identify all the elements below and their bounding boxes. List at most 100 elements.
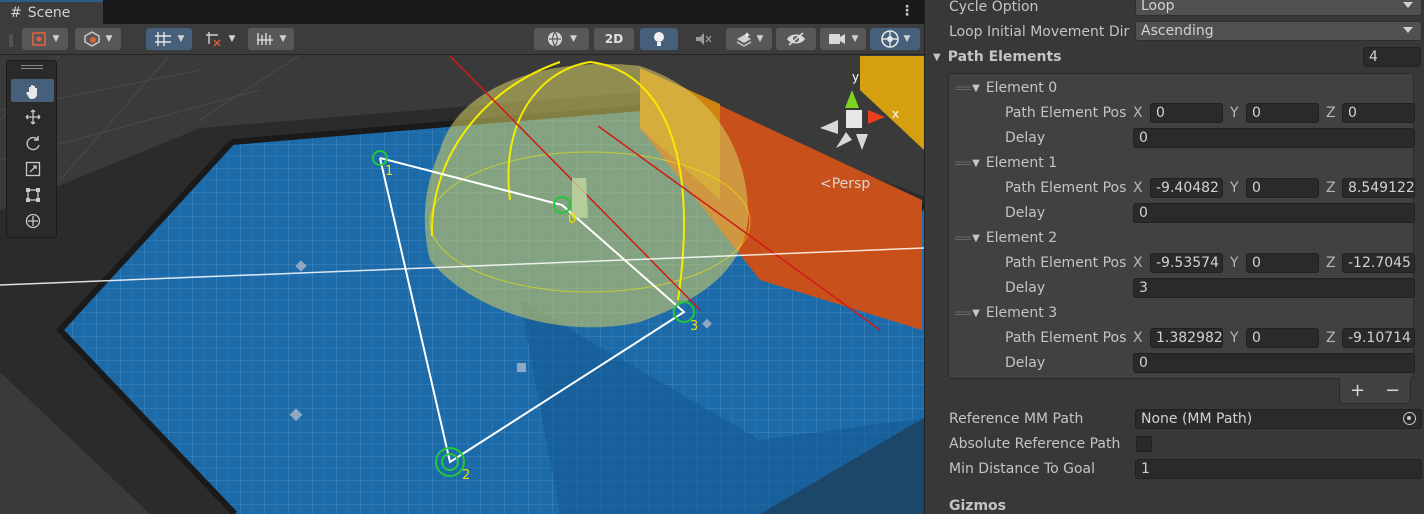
gizmos-header: Gizmos xyxy=(949,496,1006,514)
element-2-z-field[interactable]: -12.7045 xyxy=(1342,253,1415,273)
tool-strip xyxy=(6,60,57,238)
ruler-button[interactable]: ▼ xyxy=(248,28,294,50)
cycle-option-dropdown[interactable]: Loop xyxy=(1135,0,1422,16)
min-distance-field[interactable]: 1 xyxy=(1135,459,1422,479)
element-3-header[interactable]: == ▼ Element 3 xyxy=(954,303,1057,323)
loop-direction-label: Loop Initial Movement Dir xyxy=(949,24,1130,40)
waypoint-label-3: 3 xyxy=(690,319,698,334)
rect-tool-button[interactable] xyxy=(11,183,54,206)
shading-mode-button[interactable]: ▼ xyxy=(75,28,121,50)
2d-toggle-button[interactable]: 2D xyxy=(594,28,634,50)
hidden-objects-button[interactable] xyxy=(776,28,816,50)
element-3-z-field[interactable]: -9.10714 xyxy=(1342,328,1415,348)
chevron-down-icon: ▼ xyxy=(52,34,60,44)
grid-tab-icon: # xyxy=(10,5,22,21)
drag-handle-icon[interactable]: == xyxy=(954,306,972,320)
more-options-icon[interactable]: ⋮ xyxy=(900,3,914,19)
scene-viewport[interactable]: 0 1 2 3 y x <Persp xyxy=(0,55,924,514)
loop-direction-dropdown[interactable]: Ascending xyxy=(1135,21,1422,41)
list-add-remove: + − xyxy=(1339,378,1411,404)
axis-y-label: Y xyxy=(1230,330,1239,346)
element-0-y-field[interactable]: 0 xyxy=(1246,103,1319,123)
tab-scene[interactable]: # Scene xyxy=(0,0,103,24)
axis-z-label: Z xyxy=(1326,255,1336,271)
hand-tool-button[interactable] xyxy=(11,79,54,102)
lighting-toggle-button[interactable] xyxy=(640,28,678,50)
element-0-z-field[interactable]: 0 xyxy=(1342,103,1415,123)
element-3-y-field[interactable]: 0 xyxy=(1246,328,1319,348)
draw-mode-button[interactable]: ▼ xyxy=(22,28,68,50)
element-1-delay-field[interactable]: 0 xyxy=(1133,203,1415,223)
camera-button[interactable]: ▼ xyxy=(820,28,866,50)
drag-handle-icon[interactable]: == xyxy=(954,231,972,245)
effects-button[interactable]: ▼ xyxy=(726,28,772,50)
move-tool-button[interactable] xyxy=(11,105,54,128)
element-0-delay-field[interactable]: 0 xyxy=(1133,128,1415,148)
globe-button[interactable]: ▼ xyxy=(534,28,589,50)
shading-icon xyxy=(83,31,100,47)
transform-tool-button[interactable] xyxy=(11,209,54,232)
chevron-down-icon: ▼ xyxy=(903,34,911,44)
rotate-tool-button[interactable] xyxy=(11,131,54,154)
element-2-header[interactable]: == ▼ Element 2 xyxy=(954,228,1057,248)
reference-path-row: Reference MM Path xyxy=(949,409,1083,429)
element-0-x-field[interactable]: 0 xyxy=(1150,103,1223,123)
object-picker-icon[interactable] xyxy=(1403,412,1416,425)
element-1-header[interactable]: == ▼ Element 1 xyxy=(954,153,1057,173)
path-elements-count[interactable]: 4 xyxy=(1363,47,1421,67)
loop-direction-row: Loop Initial Movement Dir xyxy=(949,22,1135,42)
toolbar-handle[interactable]: || xyxy=(8,32,14,48)
gizmos-header-label: Gizmos xyxy=(949,498,1006,514)
persp-label[interactable]: <Persp xyxy=(820,176,870,192)
scale-tool-button[interactable] xyxy=(11,157,54,180)
grid-snap-button[interactable]: ▼ xyxy=(146,28,192,50)
element-3-x-field[interactable]: 1.382982 xyxy=(1150,328,1223,348)
chevron-down-icon xyxy=(1403,2,1413,8)
axis-x-label: X xyxy=(1133,180,1143,196)
element-1-x-field[interactable]: -9.40482 xyxy=(1150,178,1223,198)
element-0-label: Element 0 xyxy=(985,80,1058,96)
remove-element-button[interactable]: − xyxy=(1385,380,1400,401)
reference-path-label: Reference MM Path xyxy=(949,411,1084,427)
add-element-button[interactable]: + xyxy=(1350,380,1365,401)
element-1-delay-row: Delay xyxy=(1005,203,1045,223)
waypoint-label-1: 1 xyxy=(385,164,393,179)
scene-render: 0 1 2 3 y x xyxy=(0,55,924,514)
element-1-y-field[interactable]: 0 xyxy=(1246,178,1319,198)
min-distance-label: Min Distance To Goal xyxy=(949,461,1096,477)
gizmos-icon xyxy=(880,30,899,48)
element-2-y-field[interactable]: 0 xyxy=(1246,253,1319,273)
reference-path-value: None (MM Path) xyxy=(1141,411,1253,427)
chevron-down-icon: ▼ xyxy=(279,34,287,44)
path-elements-header[interactable]: ▼ Path Elements xyxy=(933,47,1062,67)
audio-toggle-button[interactable] xyxy=(684,28,722,50)
element-1-delay-label: Delay xyxy=(1005,205,1046,221)
axis-y-label: Y xyxy=(1230,255,1239,271)
waypoint-label-2: 2 xyxy=(462,468,470,483)
audio-icon xyxy=(696,33,712,45)
tab-bar: # Scene ⋮ xyxy=(0,0,924,24)
element-2-delay-field[interactable]: 3 xyxy=(1133,278,1415,298)
ruler-icon xyxy=(256,33,273,45)
gizmos-button[interactable]: ▼ xyxy=(870,28,920,50)
drag-handle-icon[interactable] xyxy=(21,65,43,69)
element-2-x-field[interactable]: -9.53574 xyxy=(1150,253,1223,273)
element-0-header[interactable]: == ▼ Element 0 xyxy=(954,78,1057,98)
foldout-open-icon: ▼ xyxy=(972,307,980,319)
chevron-down-icon: ▼ xyxy=(177,34,185,44)
drag-handle-icon[interactable]: == xyxy=(954,156,972,170)
axis-y-label: Y xyxy=(1230,105,1239,121)
element-1-z-field[interactable]: 8.549122 xyxy=(1342,178,1415,198)
element-3-delay-field[interactable]: 0 xyxy=(1133,353,1415,373)
increment-snap-button[interactable]: ▼ xyxy=(198,28,242,50)
foldout-open-icon: ▼ xyxy=(972,82,980,94)
reference-path-field[interactable]: None (MM Path) xyxy=(1135,409,1422,429)
absolute-reference-checkbox[interactable] xyxy=(1136,436,1152,452)
element-2-delay-row: Delay xyxy=(1005,278,1045,298)
drag-handle-icon[interactable]: == xyxy=(954,81,972,95)
element-0-pos-row: Path Element Pos xyxy=(1005,103,1131,123)
chevron-down-icon: ▼ xyxy=(851,34,859,44)
persp-text: Persp xyxy=(831,176,871,192)
element-3-pos-row: Path Element Pos xyxy=(1005,328,1131,348)
element-0-pos-label: Path Element Pos xyxy=(1005,105,1127,121)
